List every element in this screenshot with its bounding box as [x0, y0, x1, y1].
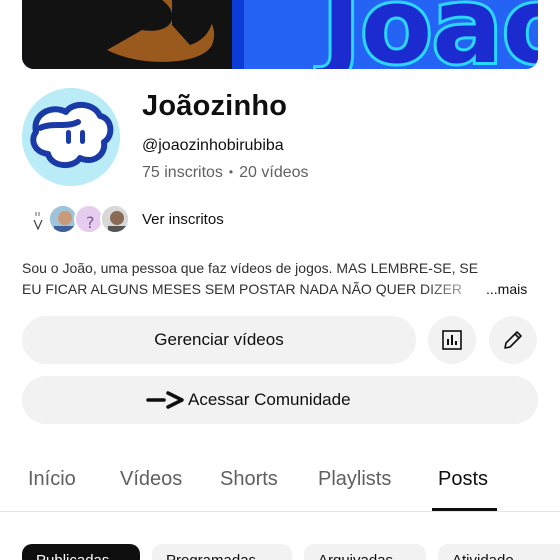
edit-channel-button[interactable]	[489, 316, 537, 364]
channel-name: Joãozinho	[142, 90, 288, 122]
community-button[interactable]: Acessar Comunidade	[22, 376, 538, 424]
chip-archived[interactable]: Arquivadas	[304, 544, 426, 560]
channel-description[interactable]: Sou o João, uma pessoa que faz vídeos de…	[22, 258, 538, 300]
community-label: Acessar Comunidade	[188, 390, 351, 409]
filter-chips: Publicadas Programadas Arquivadas Ativid…	[22, 544, 560, 560]
view-subscribers-link[interactable]: Ver inscritos	[142, 211, 224, 228]
tab-shorts[interactable]: Shorts	[220, 468, 278, 491]
svg-text:?: ?	[86, 213, 95, 232]
channel-stats: 75 inscritos • 20 vídeos	[142, 164, 309, 182]
chip-activity[interactable]: Atividade	[438, 544, 560, 560]
subscribers-row[interactable]: ? Ver inscritos	[30, 202, 290, 236]
channel-tabs: Início Vídeos Shorts Playlists Posts	[0, 456, 560, 512]
subscribers-glyph-icon	[30, 204, 50, 234]
channel-banner: João	[22, 0, 538, 69]
analytics-icon	[442, 330, 462, 350]
subscriber-avatars: ?	[48, 202, 134, 236]
arrow-right-icon	[146, 391, 184, 409]
tab-playlists[interactable]: Playlists	[318, 468, 391, 491]
subscriber-avatar	[100, 204, 130, 234]
stats-separator: •	[228, 165, 234, 179]
video-count: 20 vídeos	[239, 164, 309, 181]
subscriber-count: 75 inscritos	[142, 164, 223, 181]
description-line-1: Sou o João, uma pessoa que faz vídeos de…	[22, 260, 479, 276]
more-link[interactable]: ...mais	[484, 279, 528, 300]
manage-videos-label: Gerenciar vídeos	[154, 330, 284, 349]
tab-inicio[interactable]: Início	[28, 468, 76, 491]
analytics-button[interactable]	[428, 316, 476, 364]
active-tab-indicator	[432, 508, 497, 511]
channel-handle: @joaozinhobirubiba	[142, 137, 284, 154]
tab-posts[interactable]: Posts	[438, 468, 488, 491]
chip-scheduled[interactable]: Programadas	[152, 544, 292, 560]
banner-text: João	[316, 0, 538, 69]
description-line-2-text: EU FICAR ALGUNS MESES SEM POSTAR NADA NÃ…	[22, 281, 463, 297]
pencil-icon	[504, 331, 522, 349]
manage-videos-button[interactable]: Gerenciar vídeos	[22, 316, 416, 364]
chip-published[interactable]: Publicadas	[22, 544, 140, 560]
tab-videos[interactable]: Vídeos	[120, 468, 182, 491]
description-line-2: EU FICAR ALGUNS MESES SEM POSTAR NADA NÃ…	[22, 279, 538, 300]
channel-avatar[interactable]	[22, 88, 120, 186]
